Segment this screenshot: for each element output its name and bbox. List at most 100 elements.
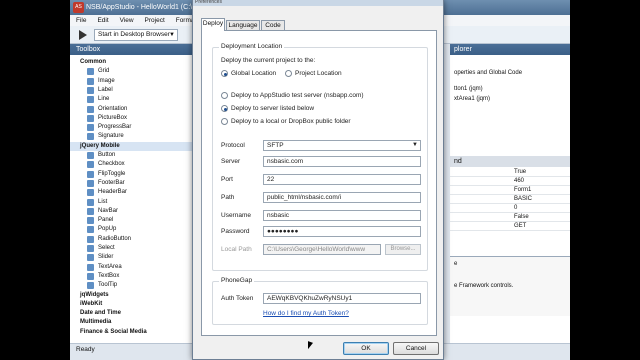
port-input[interactable]: 22 [263,174,421,185]
property-row[interactable]: BASIC [450,195,570,204]
port-label: Port [221,176,233,183]
menu-file[interactable]: File [76,17,86,24]
chevron-down-icon: ▼ [412,142,418,148]
control-icon [87,68,94,76]
listed-server-radio[interactable] [221,105,228,112]
menu-project[interactable]: Project [145,17,165,24]
toolbox-category[interactable]: Date and Time [70,309,198,318]
control-icon [87,235,94,243]
auth-token-help-link[interactable]: How do I find my Auth Token? [263,310,349,317]
path-input[interactable]: public_html/nsbasic.com/i [263,192,421,203]
toolbox-item[interactable]: ToolTip [70,281,198,290]
control-icon [87,263,94,271]
protocol-select[interactable]: SFTP ▼ [263,140,421,151]
protocol-value: SFTP [267,142,284,149]
explorer-item[interactable]: xtArea1 (jqm) [454,96,490,102]
explorer-item[interactable]: operties and Global Code [454,70,522,76]
run-icon[interactable] [79,30,87,40]
toolbox-item[interactable]: TextArea [70,263,198,272]
control-icon [87,217,94,225]
property-row[interactable]: 460 [450,177,570,186]
toolbox-label: FooterBar [98,179,125,186]
help-pane: e e Framework controls. [450,256,570,316]
toolbox-item[interactable]: PictureBox [70,114,198,123]
control-icon [87,161,94,169]
toolbox-label: Date and Time [80,310,121,317]
auth-token-input[interactable]: AEWqKBVQKhuZwRyNSUy1 [263,293,421,304]
toolbox-item[interactable]: Grid [70,67,198,76]
toolbox-label: jQuery Mobile [80,142,120,149]
toolbox-label: Label [98,86,113,93]
dialog-title: Preferences [193,0,443,6]
toolbox-label: Slider [98,254,114,261]
password-input[interactable]: ●●●●●●●● [263,226,421,237]
toolbox-item[interactable]: Slider [70,253,198,262]
toolbox-category[interactable]: jQuery Mobile [70,141,198,151]
toolbox-item[interactable]: RadioButton [70,235,198,244]
test-server-radio[interactable] [221,92,228,99]
toolbox-item[interactable]: Select [70,244,198,253]
local-folder-label: Deploy to a local or DropBox public fold… [231,118,351,125]
global-location-radio[interactable] [221,70,228,77]
toolbox-label: Grid [98,68,110,75]
menu-view[interactable]: View [120,17,134,24]
toolbox-label: ToolTip [98,282,118,289]
browse-button[interactable]: Browse... [385,244,421,255]
server-input[interactable]: nsbasic.com [263,156,421,167]
toolbox-item[interactable]: Button [70,151,198,160]
property-value: Form1 [514,187,532,193]
run-target-select[interactable]: Start in Desktop Browser ▼ [94,29,178,41]
toolbox-item[interactable]: TextBox [70,272,198,281]
properties-header: nd [450,156,570,167]
toolbox-item[interactable]: NavBar [70,207,198,216]
toolbox-label: Orientation [98,105,128,112]
toolbox-category[interactable]: Finance & Social Media [70,328,198,337]
toolbox-label: NavBar [98,207,119,214]
toolbox-item[interactable]: PopUp [70,225,198,234]
tab-deploy[interactable]: Deploy [201,18,225,31]
property-value: True [514,169,527,175]
property-row[interactable]: GET [450,222,570,231]
project-location-radio[interactable] [285,70,292,77]
property-row[interactable]: False [450,213,570,222]
toolbox-label: Select [98,245,115,251]
property-row[interactable]: Form1 [450,186,570,195]
toolbox-item[interactable]: FooterBar [70,179,198,188]
toolbox-category[interactable]: jqWidgets [70,291,198,300]
toolbox-item[interactable]: Orientation [70,105,198,114]
control-icon [87,86,94,94]
toolbox-label: iWebKit [80,300,103,307]
toolbox-item[interactable]: Line [70,95,198,104]
listed-server-label: Deploy to server listed below [231,105,315,112]
toolbox-item[interactable]: List [70,198,198,207]
toolbox-item[interactable]: HeaderBar [70,188,198,197]
toolbox-item[interactable]: Checkbox [70,160,198,169]
cancel-button[interactable]: Cancel [393,342,439,355]
toolbox-item[interactable]: Signature [70,132,198,141]
toolbox-label: Common [80,59,106,65]
toolbox-category[interactable]: Common [70,58,198,67]
toolbox-item[interactable]: Label [70,86,198,95]
control-icon [87,114,94,122]
username-input[interactable]: nsbasic [263,210,421,221]
ok-button[interactable]: OK [343,342,389,355]
auth-token-label: Auth Token [221,295,254,302]
toolbox-panel: Common Grid Image Label Line Orientation Pictu… [70,55,198,343]
explorer-item[interactable]: tton1 (jqm) [454,86,483,92]
control-icon [87,152,94,159]
toolbox-item[interactable]: Panel [70,216,198,225]
toolbox-category[interactable]: iWebKit [70,300,198,309]
local-path-input[interactable]: C:\Users\George\HelloWorld\www [263,244,381,255]
property-row[interactable]: 0 [450,204,570,213]
local-folder-radio[interactable] [221,118,228,125]
menu-edit[interactable]: Edit [97,17,108,24]
app-title: NSB/AppStudio - HelloWorld1 (C:\ [86,4,193,11]
control-icon [87,226,94,234]
toolbox-item[interactable]: Image [70,77,198,86]
toolbox-category[interactable]: Multimedia [70,318,198,327]
toolbox-item[interactable]: FlipToggle [70,170,198,179]
global-location-label: Global Location [231,70,277,77]
toolbox-item[interactable]: ProgressBar [70,123,198,132]
toolbox-label: FlipToggle [98,170,126,177]
property-row[interactable]: True [450,168,570,177]
